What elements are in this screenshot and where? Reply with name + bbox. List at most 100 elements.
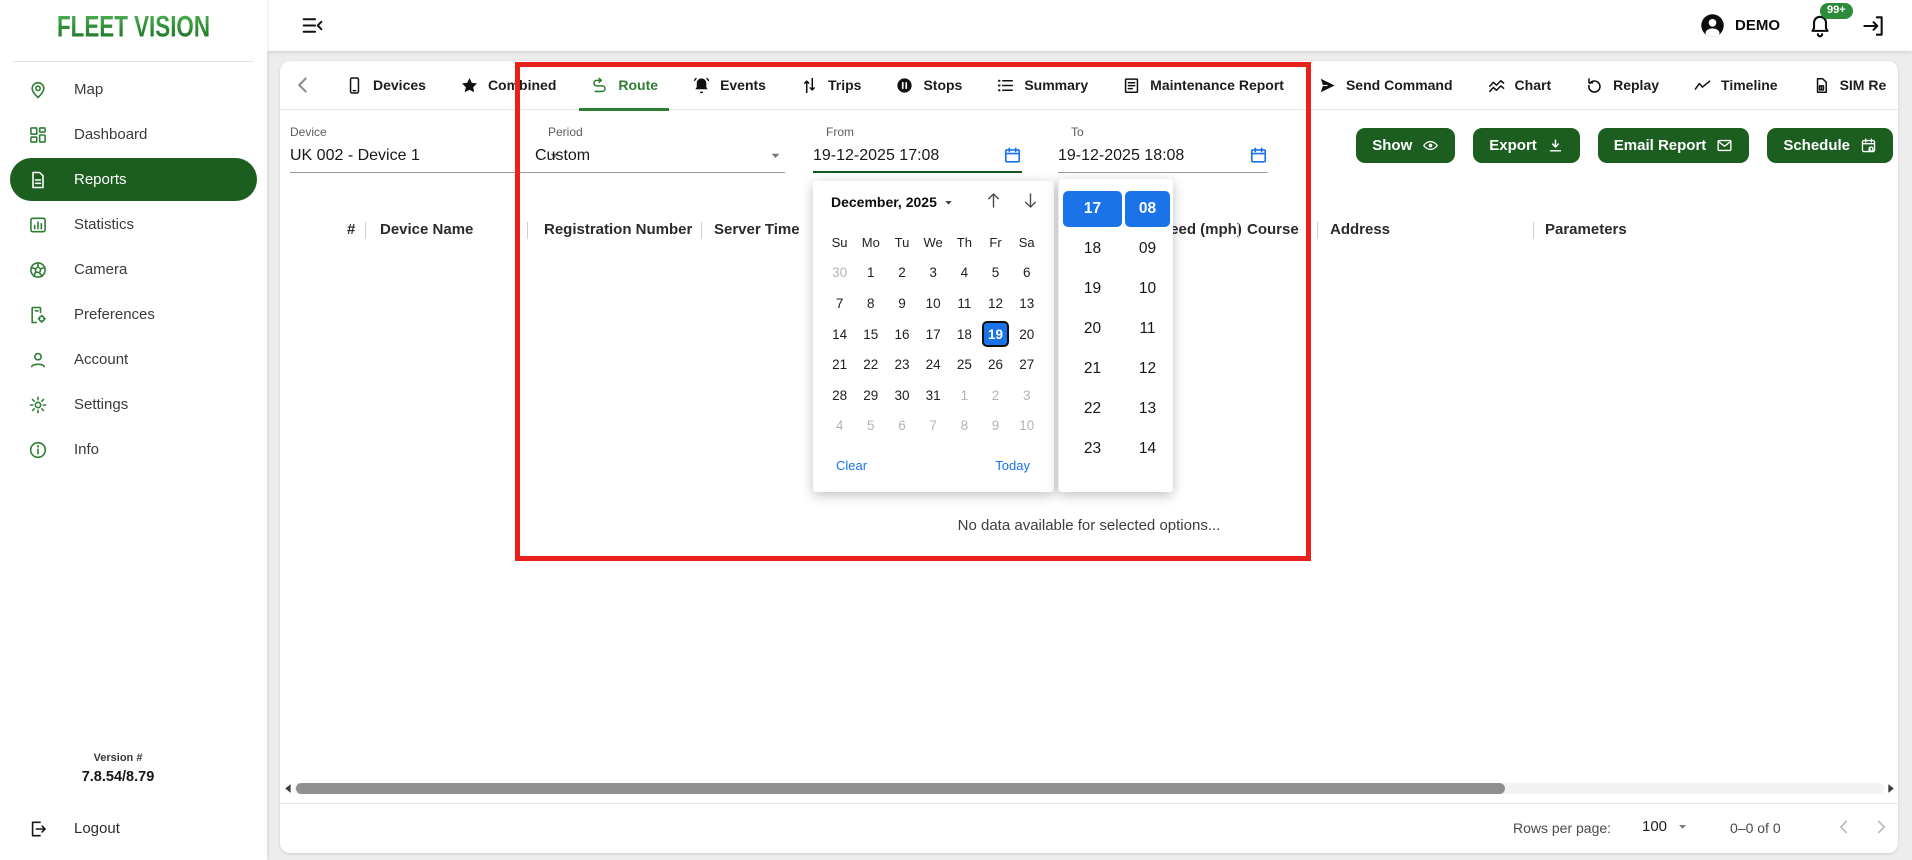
calendar-day-6[interactable]: 6 bbox=[1011, 258, 1042, 289]
logout-button[interactable]: Logout bbox=[0, 806, 267, 851]
from-datetime-input[interactable]: 19-12-2025 17:08 bbox=[813, 146, 1022, 173]
calendar-day-9[interactable]: 9 bbox=[886, 288, 917, 319]
calendar-day-28[interactable]: 28 bbox=[824, 380, 855, 411]
email-report-button[interactable]: Email Report bbox=[1598, 128, 1750, 163]
minute-option-11[interactable]: 11 bbox=[1125, 309, 1170, 349]
minute-option-14[interactable]: 14 bbox=[1125, 429, 1170, 469]
calendar-day-26[interactable]: 26 bbox=[980, 349, 1011, 380]
calendar-day-4[interactable]: 4 bbox=[824, 411, 855, 442]
calendar-day-10[interactable]: 10 bbox=[1011, 411, 1042, 442]
calendar-day-17[interactable]: 17 bbox=[918, 319, 949, 350]
calendar-day-9[interactable]: 9 bbox=[980, 411, 1011, 442]
next-month-arrow-icon[interactable] bbox=[1020, 190, 1041, 211]
calendar-day-30[interactable]: 30 bbox=[886, 380, 917, 411]
calendar-day-1[interactable]: 1 bbox=[855, 258, 886, 289]
calendar-day-29[interactable]: 29 bbox=[855, 380, 886, 411]
calendar-day-2[interactable]: 2 bbox=[980, 380, 1011, 411]
calendar-day-6[interactable]: 6 bbox=[886, 411, 917, 442]
calendar-day-5[interactable]: 5 bbox=[855, 411, 886, 442]
sidebar-item-reports[interactable]: Reports bbox=[10, 158, 257, 201]
tabs-scroll-left-icon[interactable] bbox=[290, 72, 316, 98]
device-filter[interactable]: Device UK 002 - Device 1 bbox=[290, 125, 564, 173]
tab-stops[interactable]: Stops bbox=[878, 61, 979, 110]
to-datetime-input[interactable]: 19-12-2025 18:08 bbox=[1058, 146, 1268, 173]
calendar-day-22[interactable]: 22 bbox=[855, 349, 886, 380]
sidebar-item-statistics[interactable]: Statistics bbox=[0, 202, 267, 247]
show-button[interactable]: Show bbox=[1356, 128, 1455, 163]
calendar-day-10[interactable]: 10 bbox=[918, 288, 949, 319]
tab-combined[interactable]: Combined bbox=[443, 61, 573, 110]
calendar-day-3[interactable]: 3 bbox=[1011, 380, 1042, 411]
calendar-day-2[interactable]: 2 bbox=[886, 258, 917, 289]
calendar-day-31[interactable]: 31 bbox=[918, 380, 949, 411]
period-filter[interactable]: Period Custom bbox=[535, 125, 785, 173]
tab-timeline[interactable]: Timeline bbox=[1676, 61, 1795, 110]
calendar-day-7[interactable]: 7 bbox=[918, 411, 949, 442]
sidebar-item-preferences[interactable]: Preferences bbox=[0, 292, 267, 337]
logout-top-icon[interactable] bbox=[1860, 13, 1886, 39]
pagination-prev-icon[interactable] bbox=[1833, 816, 1855, 838]
tab-summary[interactable]: Summary bbox=[979, 61, 1105, 110]
calendar-day-18[interactable]: 18 bbox=[949, 319, 980, 350]
sidebar-item-camera[interactable]: Camera bbox=[0, 247, 267, 292]
calendar-day-5[interactable]: 5 bbox=[980, 258, 1011, 289]
calendar-day-27[interactable]: 27 bbox=[1011, 349, 1042, 380]
month-selector[interactable]: December, 2025 bbox=[831, 194, 956, 210]
minute-option-09[interactable]: 09 bbox=[1125, 229, 1170, 269]
calendar-day-11[interactable]: 11 bbox=[949, 288, 980, 319]
from-datetime-field[interactable]: From 19-12-2025 17:08 bbox=[813, 125, 1022, 173]
tab-maintenance-report[interactable]: Maintenance Report bbox=[1105, 61, 1301, 110]
calendar-day-16[interactable]: 16 bbox=[886, 319, 917, 350]
previous-month-arrow-icon[interactable] bbox=[983, 190, 1004, 211]
sidebar-collapse-icon[interactable] bbox=[300, 13, 325, 38]
tab-send-command[interactable]: Send Command bbox=[1301, 61, 1470, 110]
sidebar-item-dashboard[interactable]: Dashboard bbox=[0, 112, 267, 157]
calendar-day-19[interactable]: 19 bbox=[980, 319, 1011, 350]
notifications-button[interactable]: 99+ bbox=[1807, 13, 1833, 39]
hour-option-17[interactable]: 17 bbox=[1063, 191, 1122, 227]
calendar-day-24[interactable]: 24 bbox=[918, 349, 949, 380]
rows-per-page-select[interactable]: 100 bbox=[1642, 818, 1691, 835]
schedule-button[interactable]: Schedule bbox=[1767, 128, 1893, 163]
tab-route[interactable]: Route bbox=[573, 61, 675, 110]
calendar-day-12[interactable]: 12 bbox=[980, 288, 1011, 319]
calendar-day-4[interactable]: 4 bbox=[949, 258, 980, 289]
calendar-day-8[interactable]: 8 bbox=[949, 411, 980, 442]
scroll-right-arrow-icon[interactable] bbox=[1884, 782, 1897, 795]
calendar-day-23[interactable]: 23 bbox=[886, 349, 917, 380]
calendar-day-8[interactable]: 8 bbox=[855, 288, 886, 319]
scroll-left-arrow-icon[interactable] bbox=[282, 782, 295, 795]
minute-option-10[interactable]: 10 bbox=[1125, 269, 1170, 309]
hour-option-19[interactable]: 19 bbox=[1063, 269, 1122, 309]
device-select[interactable]: UK 002 - Device 1 bbox=[290, 146, 564, 173]
sidebar-item-info[interactable]: Info bbox=[0, 427, 267, 472]
hour-option-21[interactable]: 21 bbox=[1063, 349, 1122, 389]
calendar-day-13[interactable]: 13 bbox=[1011, 288, 1042, 319]
export-button[interactable]: Export bbox=[1473, 128, 1580, 163]
minute-option-13[interactable]: 13 bbox=[1125, 389, 1170, 429]
calendar-icon[interactable] bbox=[1003, 146, 1022, 165]
sidebar-item-map[interactable]: Map bbox=[0, 67, 267, 112]
tabs-scroll-right-icon[interactable] bbox=[1903, 72, 1912, 98]
calendar-day-25[interactable]: 25 bbox=[949, 349, 980, 380]
calendar-day-20[interactable]: 20 bbox=[1011, 319, 1042, 350]
tab-replay[interactable]: Replay bbox=[1568, 61, 1676, 110]
calendar-day-21[interactable]: 21 bbox=[824, 349, 855, 380]
calendar-day-3[interactable]: 3 bbox=[918, 258, 949, 289]
horizontal-scrollbar-thumb[interactable] bbox=[296, 783, 1505, 794]
calendar-day-14[interactable]: 14 bbox=[824, 319, 855, 350]
user-menu[interactable]: DEMO bbox=[1699, 12, 1780, 39]
hour-option-18[interactable]: 18 bbox=[1063, 229, 1122, 269]
calendar-icon[interactable] bbox=[1249, 146, 1268, 165]
tab-devices[interactable]: Devices bbox=[328, 61, 443, 110]
today-link[interactable]: Today bbox=[995, 458, 1030, 473]
calendar-day-1[interactable]: 1 bbox=[949, 380, 980, 411]
period-select[interactable]: Custom bbox=[535, 146, 785, 173]
tab-events[interactable]: Events bbox=[675, 61, 783, 110]
pagination-next-icon[interactable] bbox=[1870, 816, 1892, 838]
tab-chart[interactable]: Chart bbox=[1470, 61, 1569, 110]
hour-option-23[interactable]: 23 bbox=[1063, 429, 1122, 469]
minute-option-12[interactable]: 12 bbox=[1125, 349, 1170, 389]
minute-option-08[interactable]: 08 bbox=[1125, 191, 1170, 227]
calendar-day-15[interactable]: 15 bbox=[855, 319, 886, 350]
